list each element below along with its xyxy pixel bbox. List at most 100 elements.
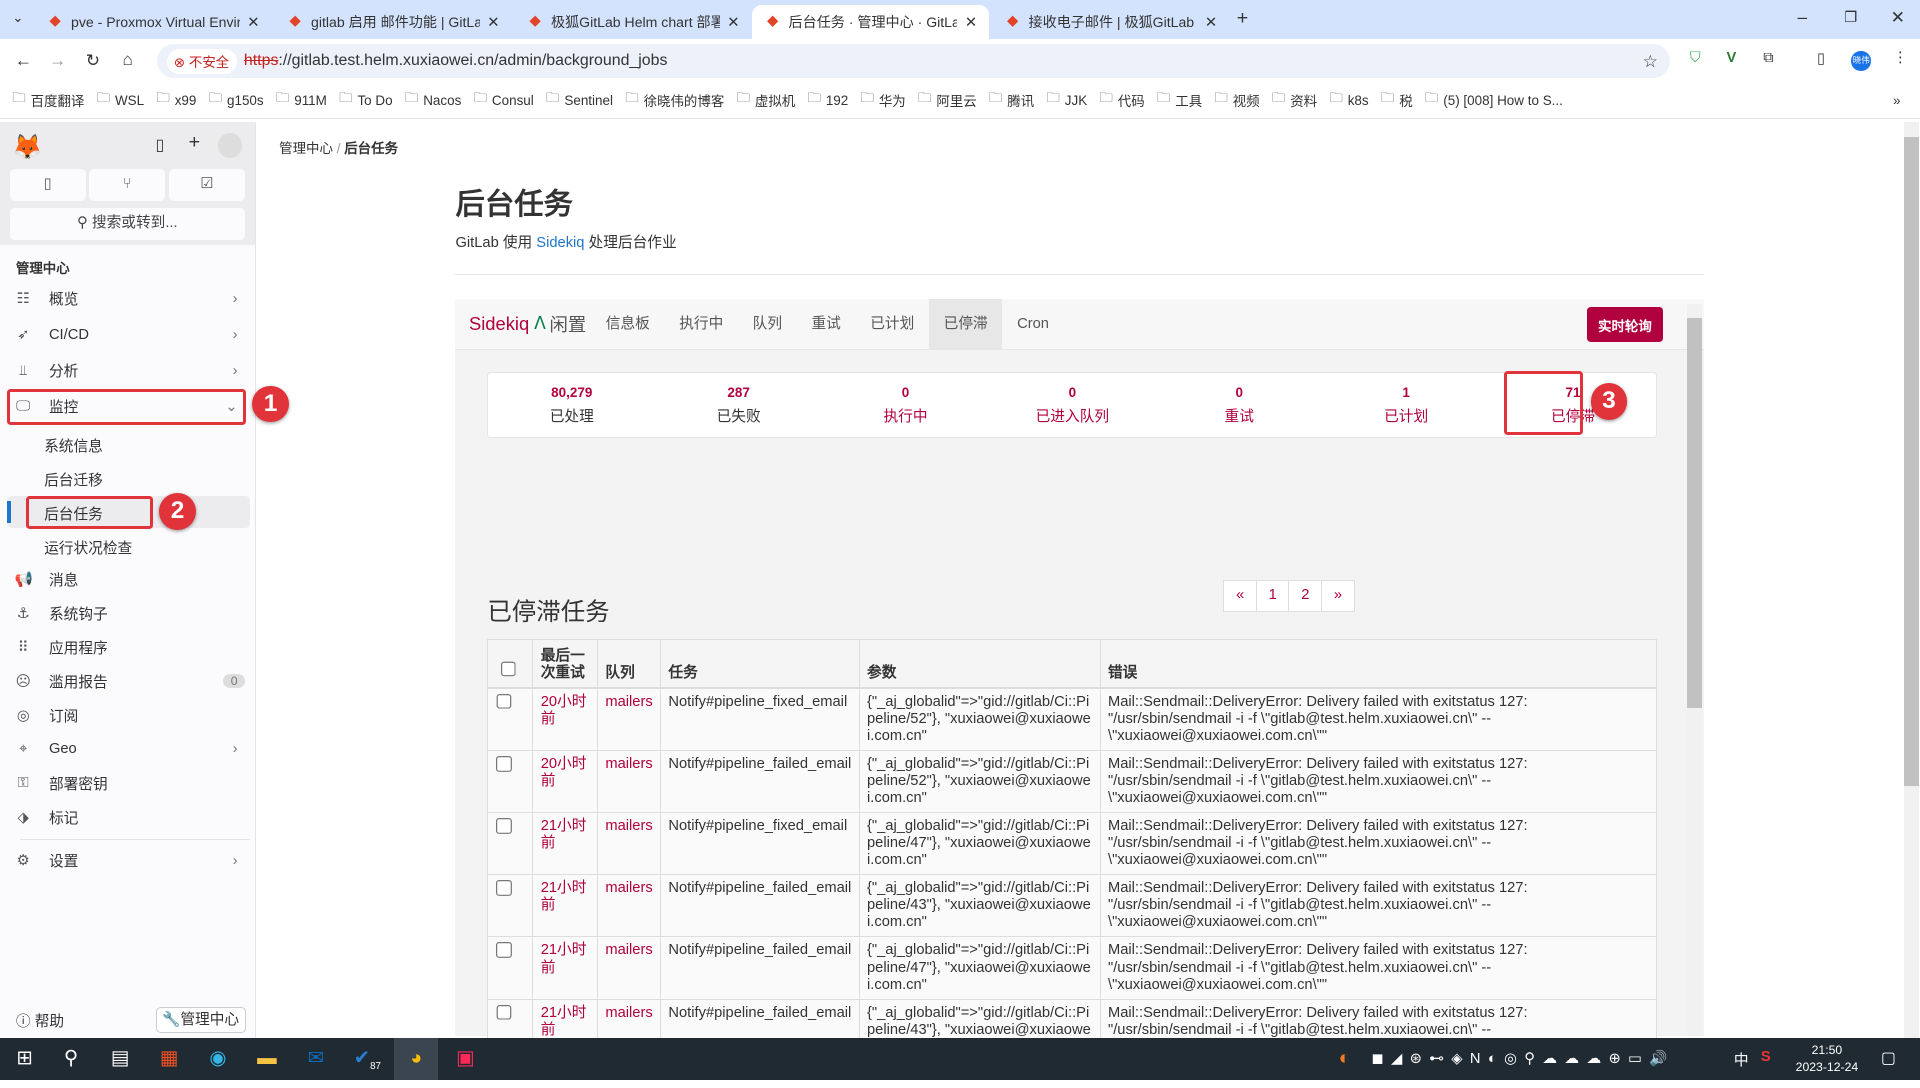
sidekiq-nav-tab[interactable]: 执行中 [665,299,738,349]
bookmark-item[interactable]: 🗀 192 [807,89,848,111]
minimize-button[interactable]: – [1798,7,1808,28]
sidebar-item[interactable]: ☷ 概览 › [10,283,250,315]
last-retry-link[interactable]: 20小时前 [532,687,599,751]
row-checkbox[interactable] [495,1004,512,1021]
close-window-button[interactable]: ✕ [1891,7,1905,28]
todo-app-icon[interactable]: ✔87 [345,1038,389,1080]
sidebar-item[interactable]: ⠿ 应用程序 [10,631,250,663]
close-tab-icon[interactable]: ✕ [965,14,977,31]
tab-list-chevron-icon[interactable]: ⌄ [12,10,23,26]
bookmark-item[interactable]: 🗀 k8s [1329,89,1368,111]
store-icon[interactable]: ▦ [147,1038,191,1080]
pagination-link[interactable]: 2 [1288,580,1323,612]
search-button[interactable]: ⚲ 搜索或转到... [9,208,245,240]
stat-item[interactable]: 80,279 已处理 [488,373,655,437]
sidebar-item[interactable]: ⫫ 分析 › [10,355,250,387]
ime-indicator[interactable]: 中 [1734,1049,1749,1070]
sogou-icon[interactable]: S [1761,1049,1771,1065]
sidebar-subitem[interactable]: 系统信息 [44,435,103,456]
more-bookmarks-icon[interactable]: » [1893,93,1900,108]
bookmark-item[interactable]: 🗀 To Do [339,89,393,111]
browser-menu-icon[interactable]: ⋮ [1893,49,1908,66]
sidebar-subitem[interactable]: 运行状况检查 [44,537,132,558]
queue-link[interactable]: mailers [597,687,662,751]
sidekiq-nav-tab[interactable]: 队列 [738,299,797,349]
notification-icon[interactable]: ▢ [1881,1048,1896,1068]
bookmark-item[interactable]: 🗀 百度翻译 [12,89,84,111]
gitlab-logo-icon[interactable]: 🦊 [12,132,42,162]
chrome-icon[interactable]: ◕ [394,1038,439,1080]
bookmark-item[interactable]: 🗀 Consul [474,89,534,111]
close-tab-icon[interactable]: ✕ [487,14,499,31]
queue-link[interactable]: mailers [597,874,662,938]
breadcrumb-admin[interactable]: 管理中心 [279,141,333,156]
bookmark-item[interactable]: 🗀 徐晓伟的博客 [625,89,724,111]
sidebar-item[interactable]: ➶ CI/CD › [10,319,250,351]
sidekiq-nav-tab[interactable]: 重试 [797,299,856,349]
bookmark-item[interactable]: 🗀 税 [1381,89,1413,111]
row-checkbox[interactable] [495,880,512,897]
extensions-icon[interactable]: ⧉ [1763,50,1774,66]
live-poll-button[interactable]: 实时轮询 [1586,307,1663,342]
bookmark-item[interactable]: 🗀 虚拟机 [737,89,796,111]
sidekiq-nav-tab[interactable]: Cron [1002,299,1063,349]
row-checkbox[interactable] [495,817,512,834]
bookmark-star-icon[interactable]: ☆ [1643,51,1658,72]
queue-link[interactable]: mailers [597,812,662,876]
last-retry-link[interactable]: 21小时前 [532,812,599,876]
intellij-icon[interactable]: ▣ [443,1038,487,1080]
bookmark-item[interactable]: 🗀 Sentinel [546,89,613,111]
edge-icon[interactable]: ◉ [196,1038,240,1080]
search-icon[interactable]: ⚲ [49,1038,93,1080]
bookmark-item[interactable]: 🗀 工具 [1157,89,1202,111]
sidekiq-link[interactable]: Sidekiq [536,235,584,251]
home-button[interactable]: ⌂ [122,49,132,70]
bookmark-item[interactable]: 🗀 Nacos [405,89,461,111]
tray-app-icon[interactable]: ◐ [1322,1038,1366,1080]
sidebar-item-settings[interactable]: ⚙ 设置 › [10,845,250,877]
sidebar-item[interactable]: ⚿ 部署密钥 [10,767,250,799]
bookmark-item[interactable]: 🗀 资料 [1272,89,1317,111]
sidebar-item[interactable]: ◎ 订阅 [10,699,250,731]
bookmark-item[interactable]: 🗀 腾讯 [989,89,1034,111]
sidekiq-brand[interactable]: Sidekiq [469,313,529,335]
browser-tab[interactable]: ◆ 接收电子邮件 | 极狐GitLab ✕ [992,5,1230,39]
shield-extension-icon[interactable]: ⛉ [1690,50,1701,66]
restore-button[interactable]: ❐ [1844,9,1857,26]
vue-extension-icon[interactable]: V [1727,50,1737,66]
inner-scrollbar-thumb[interactable] [1687,318,1703,708]
bookmark-item[interactable]: 🗀 g150s [209,89,264,111]
bookmark-item[interactable]: 🗀 WSL [97,89,145,111]
pagination-link[interactable]: « [1223,580,1258,612]
row-checkbox[interactable] [495,942,512,959]
insecure-badge[interactable]: ⊗ 不安全 [166,48,237,74]
url-input[interactable]: ⊗ 不安全 https://gitlab.test.helm.xuxiaowei… [156,44,1671,79]
merge-requests-button[interactable]: ⑂ [89,168,166,201]
sidekiq-nav-tab[interactable]: 已计划 [856,299,929,349]
system-tray-icons[interactable]: ◼◢⊛⊷◈N◐◎⚲☁☁☁⊕▭🔊 [1371,1049,1675,1067]
reload-button[interactable]: ↻ [86,50,100,71]
page-scrollbar[interactable] [1904,122,1919,1039]
bookmark-item[interactable]: 🗀 视频 [1214,89,1259,111]
stat-item[interactable]: 0 执行中 [822,373,989,437]
stat-item[interactable]: 1 已计划 [1323,373,1490,437]
new-tab-button[interactable]: + [1237,7,1248,30]
bookmark-item[interactable]: 🗀 阿里云 [918,89,977,111]
side-panel-icon[interactable]: ▯ [1817,50,1825,67]
sidebar-item[interactable]: ☹ 滥用报告 0 [10,665,250,697]
bookmark-item[interactable]: 🗀 华为 [861,89,906,111]
stat-item[interactable]: 0 已进入队列 [989,373,1156,437]
bookmark-item[interactable]: 🗀 911M [276,89,327,111]
inner-scrollbar[interactable] [1687,303,1703,1036]
task-view-icon[interactable]: ▤ [98,1038,142,1080]
select-all-checkbox[interactable] [500,660,517,677]
sidebar-item[interactable]: ⌖ Geo › [10,733,250,765]
queue-link[interactable]: mailers [597,749,662,814]
clock[interactable]: 21:50 2023-12-24 [1790,1042,1863,1076]
last-retry-link[interactable]: 20小时前 [532,749,599,814]
bookmark-item[interactable]: 🗀 代码 [1099,89,1144,111]
sidebar-item[interactable]: ⬗ 标记 [10,802,250,834]
row-checkbox[interactable] [495,693,512,710]
help-button[interactable]: ⓘ 帮助 [16,1010,64,1031]
browser-tab[interactable]: ◆ gitlab 启用 邮件功能 | GitLab/ ✕ [274,5,512,39]
